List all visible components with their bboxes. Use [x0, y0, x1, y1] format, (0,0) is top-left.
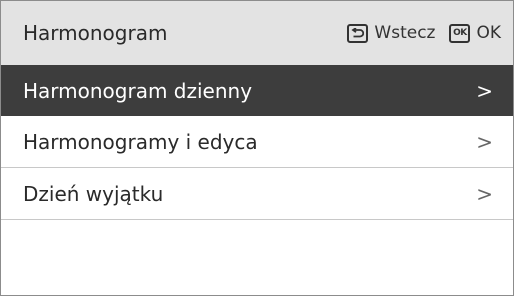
menu-item-label: Harmonogram dzienny: [23, 78, 253, 103]
menu-item-daily-schedule[interactable]: Harmonogram dzienny >: [1, 65, 513, 116]
menu-item-exception-day[interactable]: Dzień wyjątku >: [1, 168, 513, 219]
back-key-icon: [347, 23, 369, 43]
divider: [1, 219, 513, 220]
menu-item-label: Harmonogramy i edyca: [23, 129, 258, 154]
back-label: Wstecz: [374, 23, 436, 43]
page-title: Harmonogram: [23, 21, 168, 45]
ok-key-icon: OK: [449, 23, 471, 43]
chevron-right-icon: >: [476, 78, 493, 103]
schedule-screen: Harmonogram Wstecz OK OK Harmonogram dzi…: [0, 0, 514, 296]
menu-item-schedules-edit[interactable]: Harmonogramy i edyca >: [1, 116, 513, 167]
ok-label: OK: [476, 23, 501, 43]
ok-key-text: OK: [453, 27, 467, 38]
back-hint[interactable]: Wstecz: [347, 23, 435, 43]
chevron-right-icon: >: [476, 129, 493, 154]
header-bar: Harmonogram Wstecz OK OK: [1, 1, 513, 65]
menu-item-label: Dzień wyjątku: [23, 181, 164, 206]
ok-hint[interactable]: OK OK: [449, 23, 501, 43]
chevron-right-icon: >: [476, 181, 493, 206]
